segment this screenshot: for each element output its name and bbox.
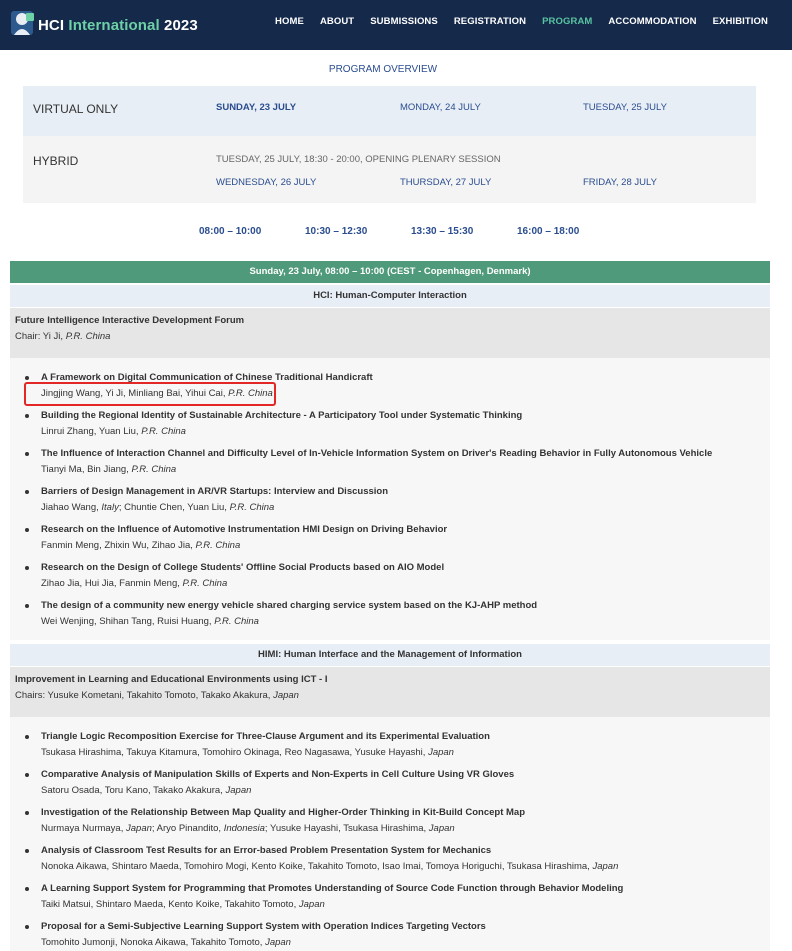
nav-home[interactable]: HOME (275, 16, 304, 27)
time-slot-2[interactable]: 10:30 – 12:30 (305, 226, 367, 237)
time-slot-1[interactable]: 08:00 – 10:00 (199, 226, 261, 237)
paper-authors: Jiahao Wang, Italy; Chuntie Chen, Yuan L… (41, 502, 275, 513)
paper-authors: Tomohito Jumonji, Nonoka Aikawa, Takahit… (41, 937, 291, 948)
paper-authors: Wei Wenjing, Shihan Tang, Ruisi Huang, P… (41, 616, 259, 627)
main-nav: HOME ABOUT SUBMISSIONS REGISTRATION PROG… (275, 16, 768, 27)
paper-authors: Zihao Jia, Hui Jia, Fanmin Meng, P.R. Ch… (41, 578, 228, 589)
paper-authors: Satoru Osada, Toru Kano, Takako Akakura,… (41, 785, 252, 796)
day-link-sunday[interactable]: SUNDAY, 23 JULY (216, 102, 296, 113)
paper-title[interactable]: Proposal for a Semi-Subjective Learning … (41, 921, 486, 932)
logo-year: 2023 (164, 17, 198, 34)
paper-title[interactable]: The Influence of Interaction Channel and… (41, 448, 712, 459)
paper-authors: Taiki Matsui, Shintaro Maeda, Kento Koik… (41, 899, 325, 910)
forum-title: Future Intelligence Interactive Developm… (15, 315, 245, 326)
paper-title[interactable]: A Learning Support System for Programmin… (41, 883, 623, 894)
paper-authors: Nonoka Aikawa, Shintaro Maeda, Tomohiro … (41, 861, 619, 872)
paper-title[interactable]: Barriers of Design Management in AR/VR S… (41, 486, 388, 497)
paper-title[interactable]: Research on the Design of College Studen… (41, 562, 444, 573)
virtual-only-row: VIRTUAL ONLY SUNDAY, 23 JULY MONDAY, 24 … (23, 86, 756, 136)
time-slot-3[interactable]: 13:30 – 15:30 (411, 226, 473, 237)
nav-accommodation[interactable]: ACCOMMODATION (608, 16, 696, 27)
paper-title[interactable]: The design of a community new energy veh… (41, 600, 537, 611)
highlight-annotation (24, 382, 276, 406)
paper-title[interactable]: Building the Regional Identity of Sustai… (41, 410, 522, 421)
hci-logo-icon (11, 11, 34, 35)
bullet (25, 452, 29, 456)
paper-title[interactable]: Research on the Influence of Automotive … (41, 524, 447, 535)
bullet (25, 566, 29, 570)
bullet (25, 925, 29, 929)
virtual-only-label: VIRTUAL ONLY (33, 102, 119, 116)
day-link-friday[interactable]: FRIDAY, 28 JULY (583, 177, 657, 188)
paper-authors: Tsukasa Hirashima, Takuya Kitamura, Tomo… (41, 747, 454, 758)
day-link-monday[interactable]: MONDAY, 24 JULY (400, 102, 481, 113)
bullet (25, 811, 29, 815)
nav-exhibition[interactable]: EXHIBITION (713, 16, 768, 27)
bullet (25, 376, 29, 380)
time-slot-4[interactable]: 16:00 – 18:00 (517, 226, 579, 237)
paper-authors: Fanmin Meng, Zhixin Wu, Zihao Jia, P.R. … (41, 540, 241, 551)
forum-chair: Chair: Yi Ji, P.R. China (15, 331, 111, 342)
track-header-hci: HCI: Human-Computer Interaction (10, 285, 770, 307)
paper-title[interactable]: Comparative Analysis of Manipulation Ski… (41, 769, 514, 780)
bullet (25, 414, 29, 418)
opening-plenary-note: TUESDAY, 25 JULY, 18:30 - 20:00, OPENING… (216, 154, 501, 165)
bullet (25, 849, 29, 853)
paper-authors: Tianyi Ma, Bin Jiang, P.R. China (41, 464, 177, 475)
bullet (25, 490, 29, 494)
forum-chair: Chairs: Yusuke Kometani, Takahito Tomoto… (15, 690, 299, 701)
paper-title[interactable]: Triangle Logic Recomposition Exercise fo… (41, 731, 490, 742)
paper-title[interactable]: Analysis of Classroom Test Results for a… (41, 845, 491, 856)
paper-authors: Nurmaya Nurmaya, Japan; Aryo Pinandito, … (41, 823, 455, 834)
site-logo[interactable]: HCI International 2023 (10, 7, 198, 43)
site-header: HCI International 2023 HOME ABOUT SUBMIS… (0, 0, 792, 50)
day-link-tuesday[interactable]: TUESDAY, 25 JULY (583, 102, 667, 113)
forum-box-himi: Improvement in Learning and Educational … (10, 667, 770, 717)
hybrid-label: HYBRID (33, 154, 79, 168)
nav-registration[interactable]: REGISTRATION (454, 16, 526, 27)
paper-title[interactable]: Investigation of the Relationship Betwee… (41, 807, 525, 818)
paper-authors: Linrui Zhang, Yuan Liu, P.R. China (41, 426, 186, 437)
day-link-thursday[interactable]: THURSDAY, 27 JULY (400, 177, 491, 188)
track-header-himi: HIMI: Human Interface and the Management… (10, 644, 770, 666)
hybrid-row: HYBRID TUESDAY, 25 JULY, 18:30 - 20:00, … (23, 136, 756, 203)
bullet (25, 887, 29, 891)
bullet (25, 604, 29, 608)
session-header: Sunday, 23 July, 08:00 – 10:00 (CEST - C… (10, 261, 770, 283)
logo-text: HCI International 2023 (38, 17, 198, 34)
logo-prefix: HCI (38, 17, 65, 34)
nav-about[interactable]: ABOUT (320, 16, 354, 27)
forum-box-hci: Future Intelligence Interactive Developm… (10, 308, 770, 358)
bullet (25, 773, 29, 777)
forum-title: Improvement in Learning and Educational … (15, 674, 328, 685)
day-link-wednesday[interactable]: WEDNESDAY, 26 JULY (216, 177, 316, 188)
logo-highlight: International (68, 17, 160, 34)
program-overview-title: PROGRAM OVERVIEW (328, 64, 438, 75)
nav-submissions[interactable]: SUBMISSIONS (370, 16, 438, 27)
bullet (25, 735, 29, 739)
nav-program[interactable]: PROGRAM (542, 16, 592, 27)
bullet (25, 528, 29, 532)
